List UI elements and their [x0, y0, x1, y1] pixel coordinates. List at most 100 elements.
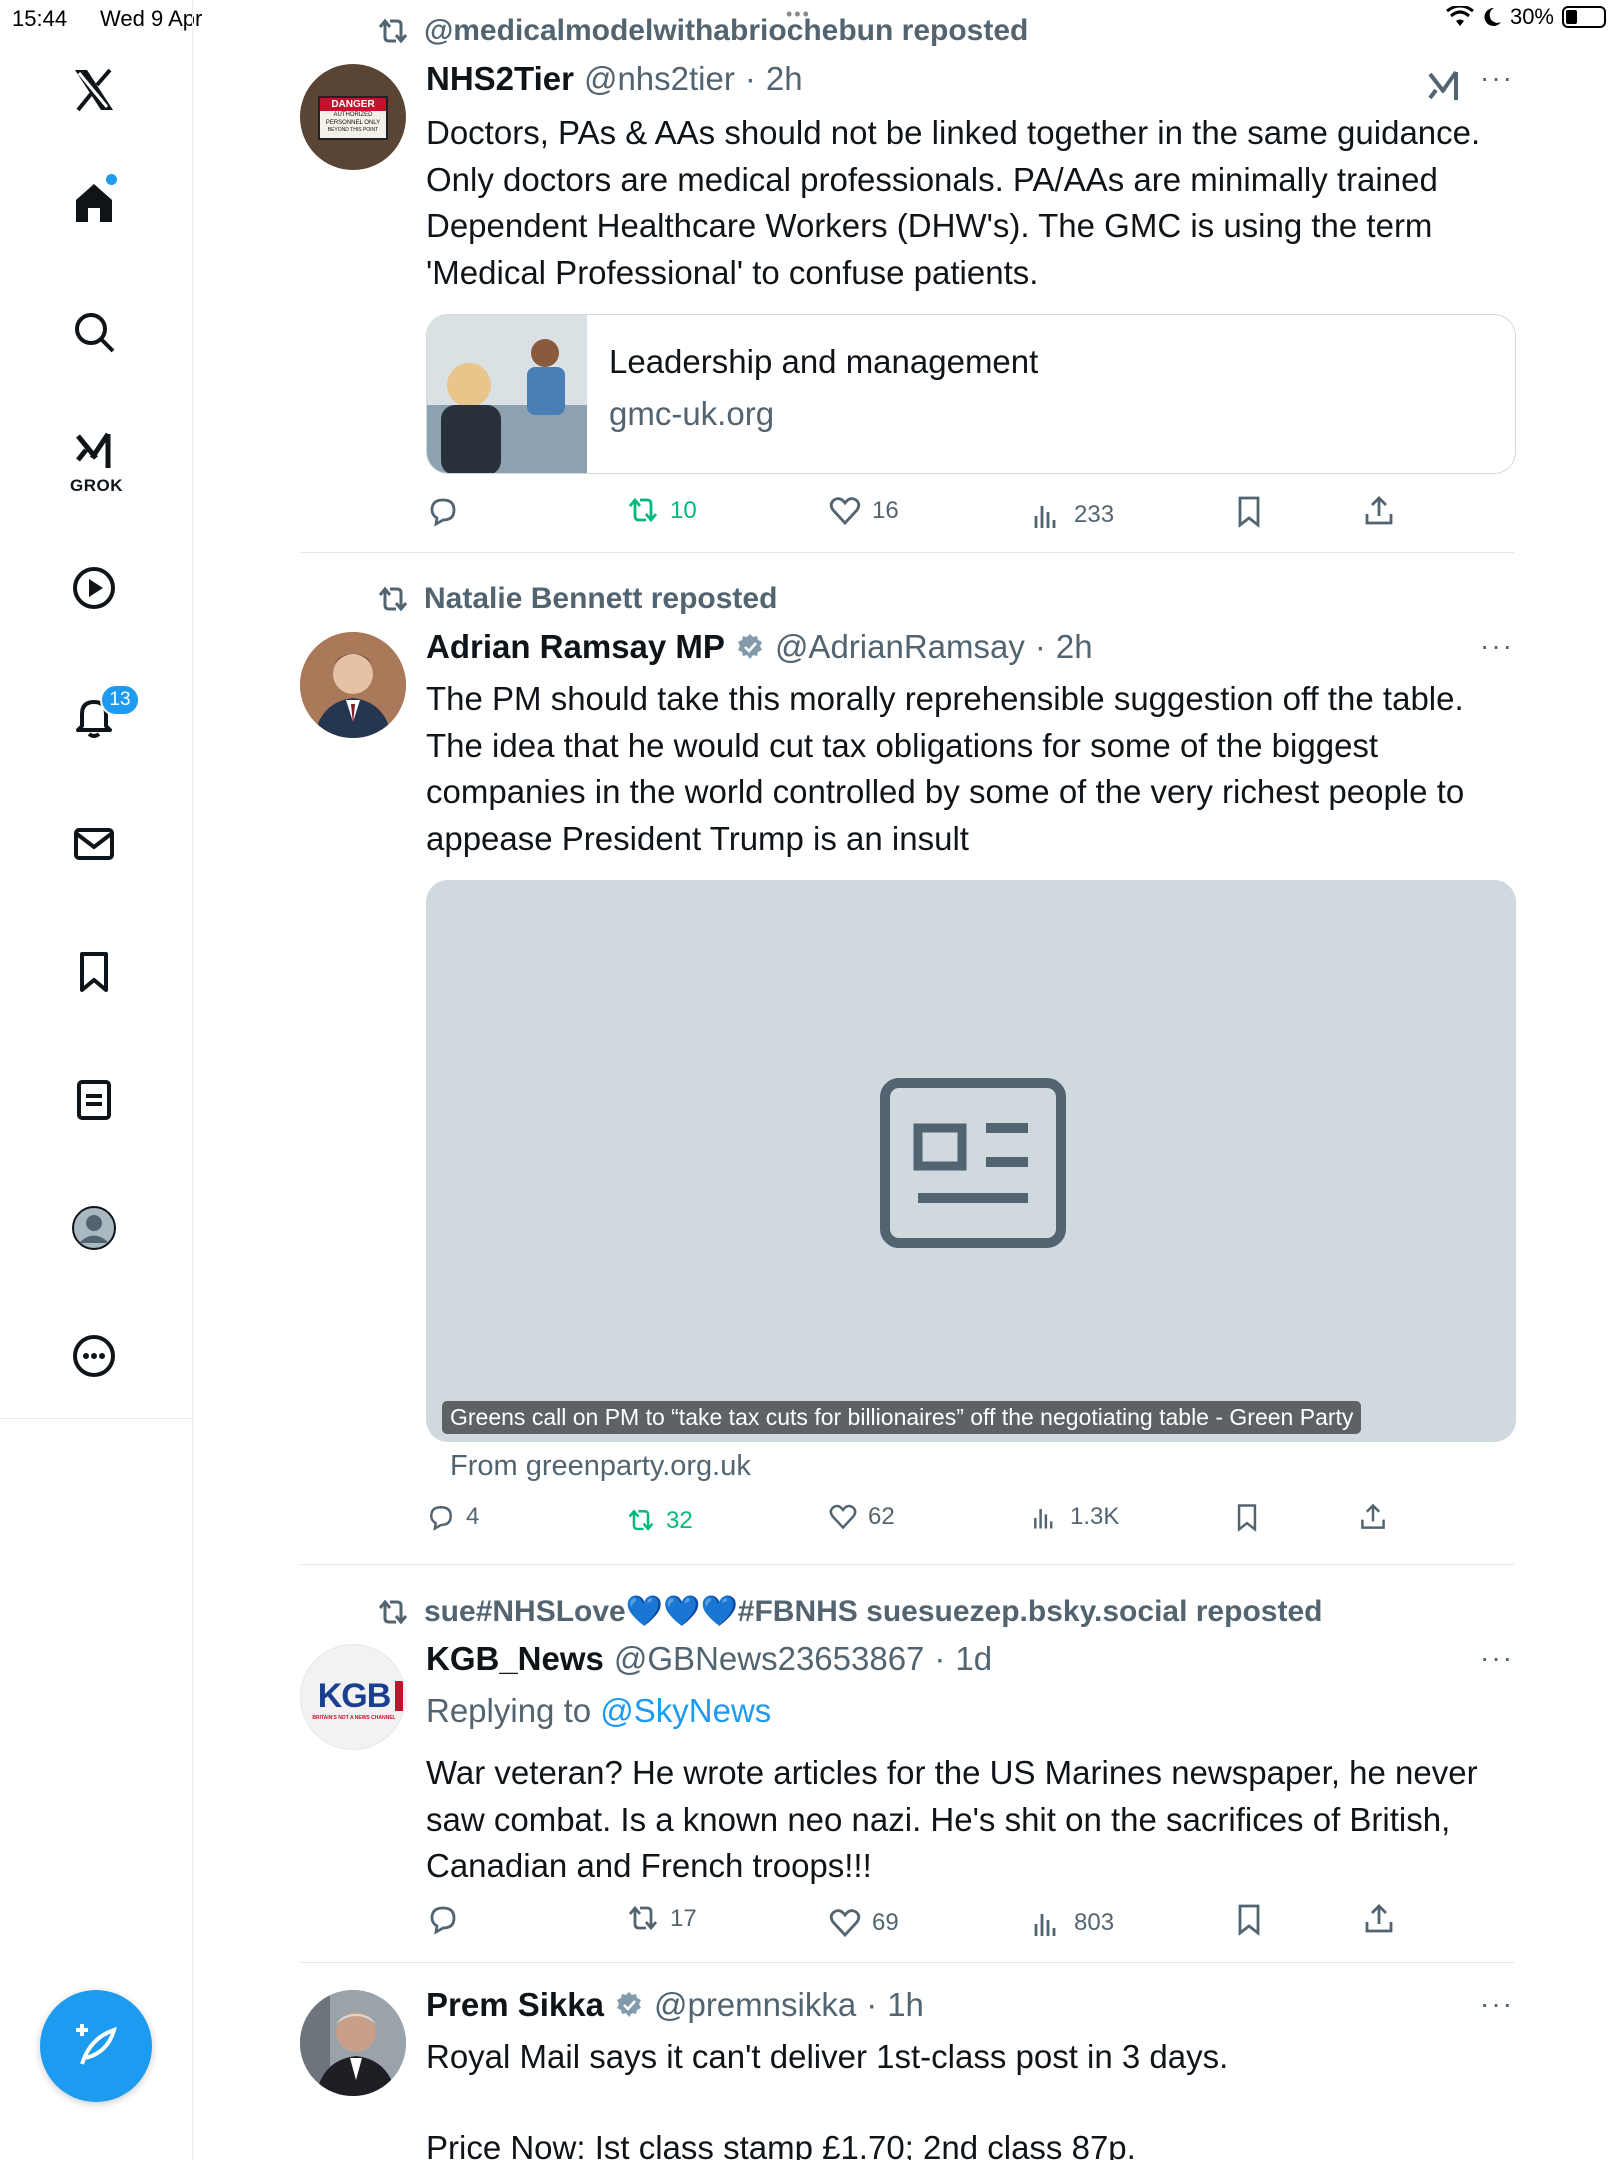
- repost-count: 10: [670, 497, 697, 524]
- more-options-icon[interactable]: ···: [1480, 1642, 1514, 1674]
- bookmark-button[interactable]: [1232, 494, 1266, 528]
- bookmark-button[interactable]: [1232, 1502, 1262, 1532]
- repost-by-text[interactable]: Natalie Bennett reposted: [424, 582, 777, 616]
- repost-count: 17: [670, 1905, 697, 1932]
- replying-to: Replying to @SkyNews: [426, 1692, 771, 1730]
- views-count: 1.3K: [1070, 1503, 1120, 1530]
- post-time[interactable]: 1h: [887, 1986, 924, 2024]
- more-options-icon[interactable]: ···: [1480, 630, 1514, 662]
- link-card[interactable]: Leadership and management gmc-uk.org: [426, 314, 1516, 474]
- repost-by-text[interactable]: sue#NHSLove💙💙💙#FBNHS suesuezep.bsky.soci…: [424, 1594, 1322, 1629]
- danger-sign-image: DANGER AUTHORIZED PERSONNEL ONLY BEYOND …: [318, 96, 388, 140]
- x-logo-icon[interactable]: [66, 62, 122, 118]
- moon-icon: [1484, 7, 1501, 26]
- author-handle[interactable]: @premnsikka: [654, 1986, 856, 2024]
- author-handle[interactable]: @nhs2tier: [584, 60, 735, 98]
- post-time[interactable]: 1d: [955, 1640, 992, 1678]
- reply-button[interactable]: [426, 1902, 470, 1936]
- notifications-badge: 13: [100, 684, 140, 716]
- article-caption: Greens call on PM to “take tax cuts for …: [442, 1401, 1362, 1434]
- avatar[interactable]: [300, 632, 406, 738]
- like-button[interactable]: 62: [828, 1502, 895, 1532]
- share-icon: [1365, 1904, 1393, 1933]
- avatar[interactable]: KGB BRITAIN'S NOT A NEWS CHANNEL: [300, 1644, 406, 1750]
- tweet-text: War veteran? He wrote articles for the U…: [426, 1754, 1478, 1884]
- bookmark-button[interactable]: [1232, 1902, 1266, 1936]
- like-count: 62: [868, 1503, 895, 1530]
- reply-count: 4: [466, 1503, 480, 1530]
- views-chart-icon: [1034, 506, 1056, 528]
- avatar[interactable]: [300, 1990, 406, 2096]
- views-count: 233: [1074, 501, 1115, 528]
- reply-button[interactable]: 4: [426, 1502, 479, 1532]
- repost-button[interactable]: 32: [626, 1506, 693, 1536]
- search-icon[interactable]: [66, 304, 122, 360]
- share-icon: [1365, 496, 1393, 525]
- more-options-icon[interactable]: [66, 1328, 122, 1384]
- tweet-text: Doctors, PAs & AAs should not be linked …: [426, 114, 1481, 291]
- repost-icon: [628, 1509, 654, 1531]
- bookmark-icon: [1238, 1904, 1260, 1936]
- from-domain[interactable]: From greenparty.org.uk: [450, 1450, 751, 1483]
- tweet-actions: 4 32 62 1.3K: [426, 1502, 1426, 1542]
- reply-icon: [430, 1506, 452, 1531]
- sidebar-nav: GROK 13: [0, 0, 193, 2160]
- author-name[interactable]: NHS2Tier: [426, 60, 574, 98]
- like-button[interactable]: 16: [828, 494, 899, 528]
- views-button[interactable]: 1.3K: [1030, 1502, 1119, 1532]
- author-name[interactable]: Prem Sikka: [426, 1986, 604, 2024]
- repost-button[interactable]: 17: [626, 1902, 697, 1936]
- card-domain: gmc-uk.org: [609, 395, 775, 432]
- tweet-text: Royal Mail says it can't deliver 1st-cla…: [426, 2038, 1229, 2160]
- like-button[interactable]: 69: [828, 1906, 899, 1940]
- repost-indicator: sue#NHSLove💙💙💙#FBNHS suesuezep.bsky.soci…: [376, 1594, 1322, 1629]
- share-icon: [1361, 1503, 1385, 1529]
- grok-analyze-icon[interactable]: [1426, 68, 1464, 104]
- replying-to-link[interactable]: @SkyNews: [600, 1692, 771, 1729]
- feather-plus-icon: [76, 2024, 117, 2065]
- separator-dot: ·: [934, 1640, 946, 1677]
- sidebar-divider: [0, 1418, 193, 1419]
- like-count: 69: [872, 1909, 899, 1936]
- views-button[interactable]: 803: [1030, 1906, 1114, 1940]
- author-handle[interactable]: @AdrianRamsay: [775, 628, 1025, 666]
- avatar[interactable]: DANGER AUTHORIZED PERSONNEL ONLY BEYOND …: [300, 64, 406, 170]
- grok-icon[interactable]: [66, 424, 122, 480]
- lists-icon[interactable]: [66, 1072, 122, 1128]
- share-button[interactable]: [1362, 1902, 1396, 1936]
- repost-icon: [378, 18, 408, 44]
- verified-badge-icon: [737, 634, 762, 659]
- article-image-card[interactable]: Greens call on PM to “take tax cuts for …: [426, 880, 1516, 1442]
- views-button[interactable]: 233: [1030, 498, 1114, 532]
- reply-button[interactable]: [426, 494, 470, 528]
- video-icon[interactable]: [66, 560, 122, 616]
- repost-by-text[interactable]: @medicalmodelwithabriochebun reposted: [424, 14, 1028, 48]
- logo-accent: [395, 1681, 403, 1711]
- profile-avatar-icon[interactable]: [66, 1200, 122, 1256]
- repost-indicator: Natalie Bennett reposted: [376, 582, 777, 616]
- author-handle[interactable]: @GBNews23653867: [614, 1640, 925, 1678]
- more-options-icon[interactable]: ···: [1480, 62, 1514, 94]
- article-placeholder-icon: [880, 1078, 1066, 1248]
- compose-post-button[interactable]: [40, 1990, 152, 2102]
- bookmarks-icon[interactable]: [66, 944, 122, 1000]
- messages-icon[interactable]: [66, 816, 122, 872]
- tweet-actions: 10 16 233: [426, 494, 1426, 534]
- kgb-logo-text: KGB: [317, 1677, 392, 1715]
- repost-button[interactable]: 10: [626, 494, 697, 528]
- replying-to-prefix: Replying to: [426, 1692, 592, 1729]
- post-time[interactable]: 2h: [1056, 628, 1093, 666]
- more-options-icon[interactable]: ···: [1480, 1988, 1514, 2020]
- share-button[interactable]: [1358, 1502, 1388, 1532]
- battery-percent: 30%: [1509, 4, 1554, 29]
- heart-icon: [829, 1909, 861, 1938]
- author-name[interactable]: KGB_News: [426, 1640, 604, 1678]
- post-time[interactable]: 2h: [766, 60, 803, 98]
- verified-badge-icon: [616, 1992, 641, 2017]
- reply-icon: [430, 1906, 456, 1935]
- repost-indicator: @medicalmodelwithabriochebun reposted: [376, 14, 1028, 48]
- share-button[interactable]: [1362, 494, 1396, 528]
- tweet-header: Prem Sikka @premnsikka · 1h: [426, 1986, 924, 2024]
- tweet-divider: [300, 1962, 1514, 1963]
- author-name[interactable]: Adrian Ramsay MP: [426, 628, 725, 666]
